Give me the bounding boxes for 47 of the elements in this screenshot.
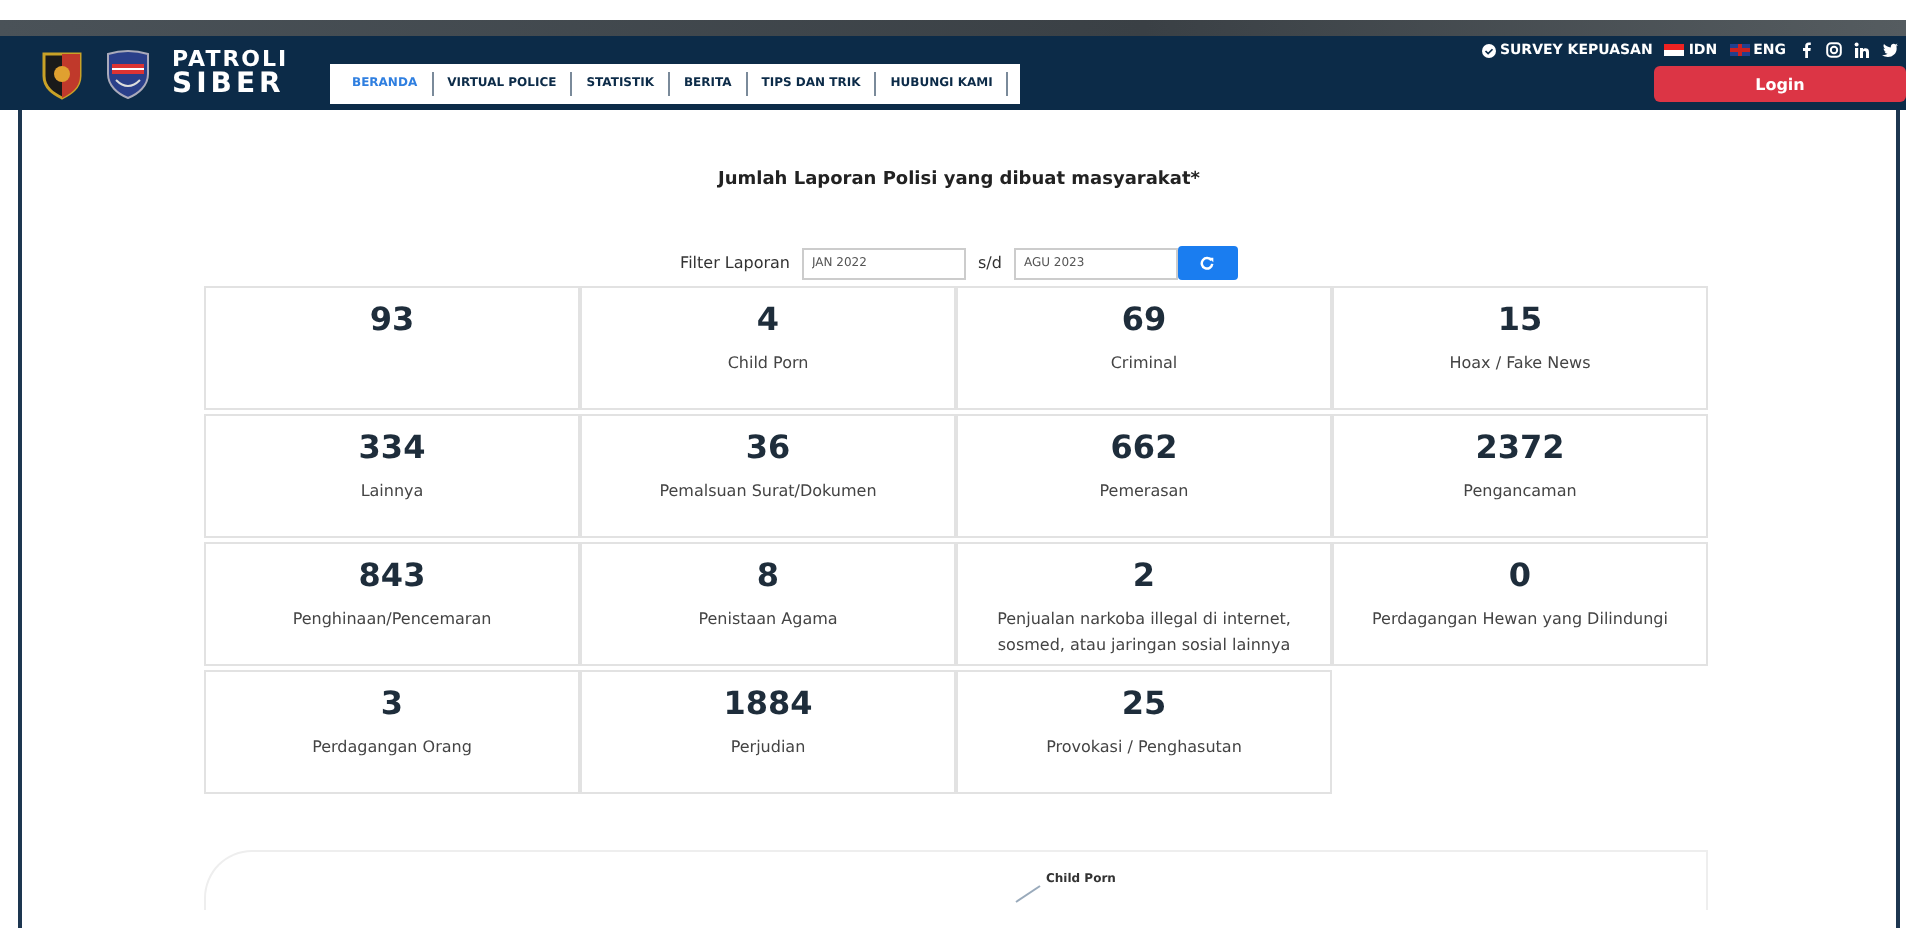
stat-value: 69 (1121, 300, 1167, 338)
shield-emblem-icon (40, 47, 84, 99)
stat-label: Penjualan narkoba illegal di internet, sosmed, atau jaringan sosial lainnya (995, 608, 1293, 658)
stat-label: Perdagangan Hewan yang Dilindungi (1370, 608, 1670, 632)
brand-name: SIBER (172, 70, 287, 98)
range-separator: s/d (978, 254, 1002, 272)
filter-label: Filter Laporan (680, 254, 790, 272)
shield-emblem-icon (104, 47, 152, 99)
stat-value: 8 (756, 556, 780, 594)
facebook-icon[interactable] (1798, 42, 1814, 58)
refresh-icon (1200, 256, 1215, 270)
flag-icon (1729, 44, 1750, 56)
leader-line (1014, 884, 1042, 904)
stat-value: 334 (358, 428, 426, 466)
stat-label: Pemalsuan Surat/Dokumen (657, 480, 879, 504)
stat-value: 4 (756, 300, 780, 338)
stat-label: Hoax / Fake News (1447, 352, 1593, 376)
stat-value: 843 (358, 556, 426, 594)
stat-label: Perjudian (728, 736, 808, 760)
stat-label: Provokasi / Penghasutan (1044, 736, 1244, 760)
bird-icon[interactable] (1882, 42, 1898, 58)
stat-value: 93 (369, 300, 415, 338)
stat-label: Pemerasan (1097, 480, 1191, 504)
stat-label: Lainnya (358, 480, 426, 504)
stat-value: 2 (1132, 556, 1156, 594)
login-button[interactable]: Login (1654, 66, 1906, 102)
stat-value: 0 (1508, 556, 1532, 594)
stat-value: 2372 (1475, 428, 1565, 466)
stat-label: Penistaan Agama (696, 608, 840, 632)
stat-label: Pengancaman (1461, 480, 1579, 504)
brand-name: PATROLI (172, 48, 289, 70)
stat-label: Criminal (1108, 352, 1180, 376)
stat-value: 36 (745, 428, 791, 466)
stat-label: Child Porn (725, 352, 811, 376)
flag-icon (1664, 44, 1685, 56)
refresh-button[interactable] (1177, 246, 1238, 280)
linkedin-icon[interactable] (1854, 42, 1870, 58)
stat-value: 15 (1497, 300, 1543, 338)
check-circle-icon (1481, 43, 1496, 57)
stat-value: 3 (380, 684, 404, 722)
stat-value: 662 (1110, 428, 1178, 466)
stat-label: Penghinaan/Pencemaran (290, 608, 494, 632)
stat-value: 1884 (723, 684, 813, 722)
stat-label: Perdagangan Orang (310, 736, 474, 760)
page-title: Jumlah Laporan Polisi yang dibuat masyarakat* (718, 170, 1200, 190)
instagram-icon[interactable] (1826, 42, 1842, 58)
stat-value: 25 (1121, 684, 1167, 722)
